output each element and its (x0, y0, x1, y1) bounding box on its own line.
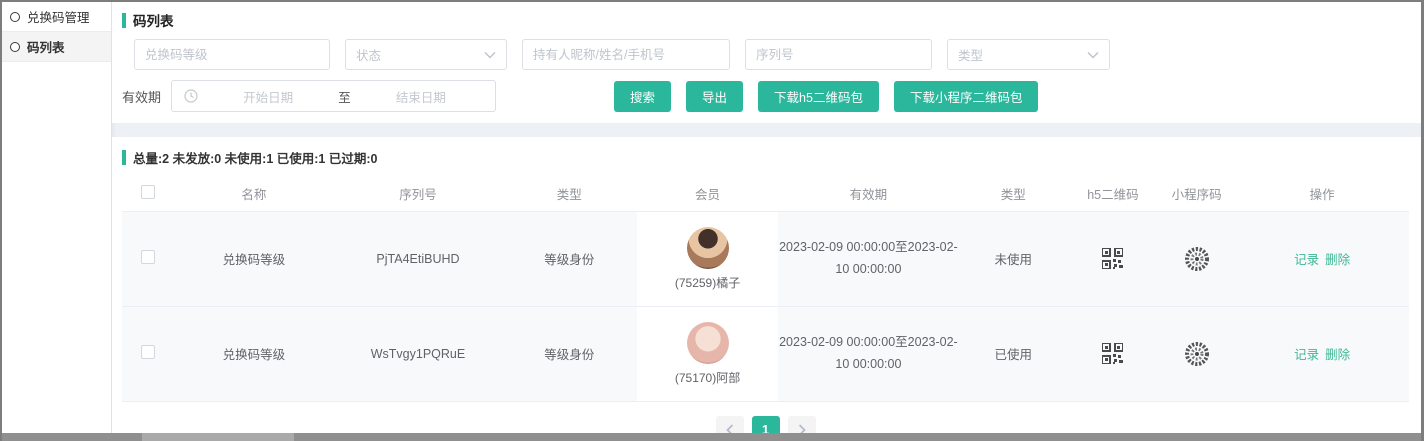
mini-program-code-icon[interactable] (1184, 341, 1210, 367)
cell-name: 兑换码等级 (173, 306, 334, 401)
row-checkbox[interactable] (141, 345, 155, 359)
cell-member: (75259)橘子 (637, 211, 779, 306)
row-checkbox[interactable] (141, 250, 155, 264)
cell-status: 未使用 (959, 211, 1068, 306)
chevron-down-icon (1087, 51, 1099, 59)
mini-program-code-icon[interactable] (1184, 246, 1210, 272)
col-header-status: 类型 (959, 177, 1068, 211)
col-header-mini-qr: 小程序码 (1158, 177, 1235, 211)
table-section: 总量:2 未发放:0 未使用:1 已使用:1 已过期:0 名称 序列号 类型 (112, 137, 1421, 441)
cell-name: 兑换码等级 (173, 211, 334, 306)
table-header-row: 名称 序列号 类型 会员 有效期 类型 h5二维码 小程序码 操作 (122, 177, 1409, 211)
col-header-member: 会员 (637, 177, 779, 211)
cell-serial: WsTvgy1PQRuE (334, 306, 501, 401)
member-name: (75259)橘子 (675, 274, 740, 291)
chevron-down-icon (484, 51, 496, 59)
cell-member: (75170)阿部 (637, 306, 779, 401)
validity-label: 有效期 (122, 87, 161, 106)
accent-bar (122, 150, 126, 165)
summary-line: 总量:2 未发放:0 未使用:1 已使用:1 已过期:0 (122, 148, 1409, 167)
cell-h5-qr (1068, 306, 1158, 401)
sidebar-item-code-list[interactable]: 码列表 (2, 32, 111, 62)
validity-row: 有效期 开始日期 至 结束日期 搜索 导出 下载h5二维码包 下载小程序二维码包 (122, 80, 1409, 112)
col-header-h5-qr: h5二维码 (1068, 177, 1158, 211)
circle-bullet-icon (10, 42, 20, 52)
main-area: 码列表 状态 类型 有效期 (112, 2, 1421, 433)
col-header-name: 名称 (173, 177, 334, 211)
scrollbar-thumb[interactable] (142, 433, 294, 441)
member-avatar (687, 322, 729, 364)
cell-validity: 2023-02-09 00:00:00至2023-02-10 00:00:00 (778, 211, 958, 306)
circle-bullet-icon (10, 12, 20, 22)
delete-link[interactable]: 删除 (1325, 344, 1350, 363)
status-select-placeholder: 状态 (356, 45, 381, 64)
date-range-picker[interactable]: 开始日期 至 结束日期 (171, 80, 496, 112)
cell-type: 等级身份 (502, 211, 637, 306)
serial-input[interactable] (745, 39, 932, 70)
cell-actions: 记录 删除 (1235, 211, 1409, 306)
export-button[interactable]: 导出 (686, 81, 743, 112)
cell-validity: 2023-02-09 00:00:00至2023-02-10 00:00:00 (778, 306, 958, 401)
filter-section: 码列表 状态 类型 有效期 (112, 2, 1421, 123)
h5-qr-code-icon[interactable] (1102, 248, 1123, 269)
cell-mini-qr (1158, 306, 1235, 401)
type-select-placeholder: 类型 (958, 45, 983, 64)
date-separator: 至 (338, 87, 351, 106)
download-h5-qr-button[interactable]: 下载h5二维码包 (758, 81, 879, 112)
horizontal-scrollbar[interactable] (2, 433, 1421, 441)
delete-link[interactable]: 删除 (1325, 249, 1350, 268)
table-row: 兑换码等级 WsTvgy1PQRuE 等级身份 (75170)阿部 2023-0 (122, 306, 1409, 401)
cell-status: 已使用 (959, 306, 1068, 401)
sidebar-item-redeem-code-manage[interactable]: 兑换码管理 (2, 2, 111, 32)
codes-table: 名称 序列号 类型 会员 有效期 类型 h5二维码 小程序码 操作 (122, 177, 1409, 402)
level-input[interactable] (134, 39, 330, 70)
cell-type: 等级身份 (502, 306, 637, 401)
sidebar-item-label: 码列表 (27, 37, 65, 56)
member-name: (75170)阿部 (675, 369, 740, 386)
sidebar-item-label: 兑换码管理 (27, 7, 90, 26)
type-select[interactable]: 类型 (947, 39, 1110, 70)
app-window: 兑换码管理 码列表 码列表 状态 (0, 0, 1424, 441)
col-header-serial: 序列号 (334, 177, 501, 211)
cell-actions: 记录 删除 (1235, 306, 1409, 401)
table-row: 兑换码等级 PjTA4EtiBUHD 等级身份 (75259)橘子 2023-0 (122, 211, 1409, 306)
accent-bar (122, 13, 126, 28)
clock-icon (184, 89, 198, 103)
cell-mini-qr (1158, 211, 1235, 306)
summary-text: 总量:2 未发放:0 未使用:1 已使用:1 已过期:0 (133, 148, 377, 167)
end-date-placeholder: 结束日期 (359, 87, 483, 106)
status-select[interactable]: 状态 (345, 39, 507, 70)
record-link[interactable]: 记录 (1294, 249, 1319, 268)
search-button[interactable]: 搜索 (614, 81, 671, 112)
cell-h5-qr (1068, 211, 1158, 306)
member-avatar (687, 227, 729, 269)
col-header-type: 类型 (502, 177, 637, 211)
col-header-actions: 操作 (1235, 177, 1409, 211)
record-link[interactable]: 记录 (1294, 344, 1319, 363)
download-mini-qr-button[interactable]: 下载小程序二维码包 (894, 81, 1039, 112)
sidebar: 兑换码管理 码列表 (2, 2, 112, 433)
holder-input[interactable] (522, 39, 730, 70)
page-title: 码列表 (133, 10, 174, 30)
start-date-placeholder: 开始日期 (206, 87, 330, 106)
cell-serial: PjTA4EtiBUHD (334, 211, 501, 306)
app-content: 兑换码管理 码列表 码列表 状态 (2, 2, 1421, 433)
section-title: 码列表 (122, 10, 1409, 30)
filter-row: 状态 类型 (134, 39, 1409, 70)
col-header-validity: 有效期 (778, 177, 958, 211)
select-all-checkbox[interactable] (141, 185, 155, 199)
h5-qr-code-icon[interactable] (1102, 343, 1123, 364)
